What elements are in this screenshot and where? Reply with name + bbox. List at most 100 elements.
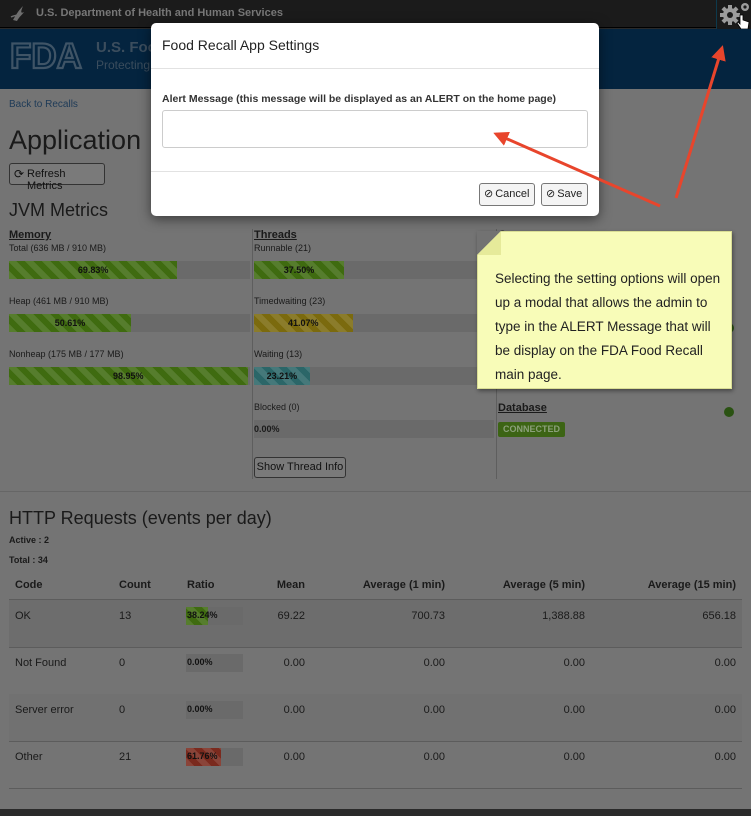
ratio-bar: 38.24%: [186, 607, 243, 625]
cell-count: 13: [119, 610, 132, 622]
cell-code: Other: [15, 751, 43, 763]
table-row: [9, 741, 742, 788]
cell-avg15: 0.00: [714, 751, 736, 763]
site-subtitle: Protecting: [96, 58, 151, 72]
cell-avg5: 1,388.88: [542, 610, 585, 622]
database-status-dot: [724, 407, 734, 417]
threads-timedwaiting-fill: 41.07%: [254, 314, 353, 332]
cancel-label: Cancel: [495, 188, 530, 200]
threads-blocked-value: 0.00%: [254, 424, 280, 434]
table-row: [9, 647, 742, 694]
note-fold-shade: [477, 231, 501, 255]
settings-modal: Food Recall App Settings Alert Message (…: [151, 23, 599, 216]
save-label: Save: [557, 188, 583, 200]
check-icon: ⊘: [546, 188, 556, 200]
cell-avg15: 656.18: [702, 610, 736, 622]
column-header-code: Code: [15, 579, 43, 591]
svg-text:FDA: FDA: [10, 37, 82, 73]
memory-total-label: Total (636 MB / 910 MB): [9, 243, 107, 253]
memory-heap-fill: 50.61%: [9, 314, 131, 332]
http-active-count: Active : 2: [9, 535, 50, 545]
cell-code: Not Found: [15, 657, 67, 669]
memory-heap-bar: 50.61%: [9, 314, 250, 332]
site-title: U.S. Foo: [96, 39, 157, 56]
ratio-value: 38.24%: [187, 610, 218, 620]
threads-waiting-fill: 23.21%: [254, 367, 310, 385]
threads-blocked-label: Blocked (0): [254, 402, 300, 412]
refresh-icon: ⟳: [14, 167, 25, 181]
column-header-avg1: Average (1 min): [362, 579, 445, 591]
cell-avg5: 0.00: [563, 657, 585, 669]
table-row: [9, 694, 742, 741]
modal-footer-divider: [151, 171, 599, 172]
cell-code: OK: [15, 610, 31, 622]
table-row: [9, 600, 742, 647]
ratio-value: 0.00%: [187, 704, 213, 714]
modal-title: Food Recall App Settings: [162, 37, 320, 53]
refresh-metrics-button[interactable]: ⟳ Refresh Metrics: [9, 163, 105, 192]
cancel-button[interactable]: ⊘ Cancel: [479, 183, 535, 206]
cell-count: 0: [119, 657, 126, 669]
cell-count: 21: [119, 751, 132, 763]
back-to-recalls-link[interactable]: Back to Recalls: [9, 99, 78, 110]
ratio-value: 0.00%: [187, 657, 213, 667]
page-title: Application: [9, 125, 142, 155]
annotation-note: Selecting the setting options will open …: [477, 231, 732, 389]
cell-avg1: 0.00: [423, 704, 445, 716]
http-total-count: Total : 34: [9, 555, 48, 565]
save-button[interactable]: ⊘ Save: [541, 183, 588, 206]
threads-timedwaiting-bar: 41.07%: [254, 314, 494, 332]
memory-heading: Memory: [9, 229, 52, 241]
database-status-badge: CONNECTED: [498, 422, 565, 437]
memory-total-bar: 69.83%: [9, 261, 250, 279]
cancel-icon: ⊘: [484, 188, 494, 200]
jvm-metrics-title: JVM Metrics: [9, 200, 108, 220]
cell-avg1: 0.00: [423, 751, 445, 763]
memory-nonheap-bar: 98.95%: [9, 367, 250, 385]
memory-nonheap-label: Nonheap (175 MB / 177 MB): [9, 349, 124, 359]
cell-code: Server error: [15, 704, 74, 716]
cell-avg5: 0.00: [563, 751, 585, 763]
cell-avg1: 0.00: [423, 657, 445, 669]
cell-avg1: 700.73: [411, 610, 445, 622]
modal-divider: [151, 68, 599, 69]
column-header-ratio: Ratio: [187, 579, 215, 591]
cell-count: 0: [119, 704, 126, 716]
refresh-metrics-label: Refresh Metrics: [27, 168, 66, 192]
section-divider: [0, 491, 751, 492]
show-thread-info-button[interactable]: Show Thread Info: [254, 457, 346, 478]
cursor-hand-icon: [736, 14, 750, 30]
cell-mean: 69.22: [277, 610, 305, 622]
column-header-mean: Mean: [276, 579, 305, 591]
database-heading: Database: [498, 402, 547, 414]
threads-runnable-bar: 37.50%: [254, 261, 494, 279]
row-divider: [9, 788, 742, 789]
threads-waiting-label: Waiting (13): [254, 349, 303, 359]
column-header-avg5: Average (5 min): [502, 579, 585, 591]
alert-message-label: Alert Message (this message will be disp…: [162, 93, 557, 105]
ratio-value: 61.76%: [187, 751, 218, 761]
column-header-avg15: Average (15 min): [647, 579, 736, 591]
ratio-bar: 0.00%: [186, 654, 243, 672]
cell-avg5: 0.00: [563, 704, 585, 716]
cell-avg15: 0.00: [714, 704, 736, 716]
alert-message-input[interactable]: [162, 110, 588, 148]
settings-button[interactable]: [716, 0, 751, 30]
threads-runnable-fill: 37.50%: [254, 261, 344, 279]
threads-runnable-label: Runnable (21): [254, 243, 312, 253]
cell-mean: 0.00: [283, 704, 305, 716]
memory-heap-label: Heap (461 MB / 910 MB): [9, 296, 109, 306]
fda-logo: FDA: [10, 37, 83, 73]
agency-name: U.S. Department of Health and Human Serv…: [36, 7, 283, 19]
hhs-eagle-icon: [10, 6, 24, 21]
column-header-count: Count: [119, 579, 151, 591]
memory-total-fill: 69.83%: [9, 261, 178, 279]
threads-heading: Threads: [254, 229, 297, 241]
threads-waiting-bar: 23.21%: [254, 367, 494, 385]
ratio-bar: 61.76%: [186, 748, 243, 766]
gear-icon: [720, 3, 750, 30]
threads-blocked-bar: 0.00%: [254, 420, 494, 438]
annotation-text: Selecting the setting options will open …: [495, 271, 721, 382]
http-requests-title: HTTP Requests (events per day): [9, 508, 272, 528]
column-divider: [252, 229, 253, 479]
